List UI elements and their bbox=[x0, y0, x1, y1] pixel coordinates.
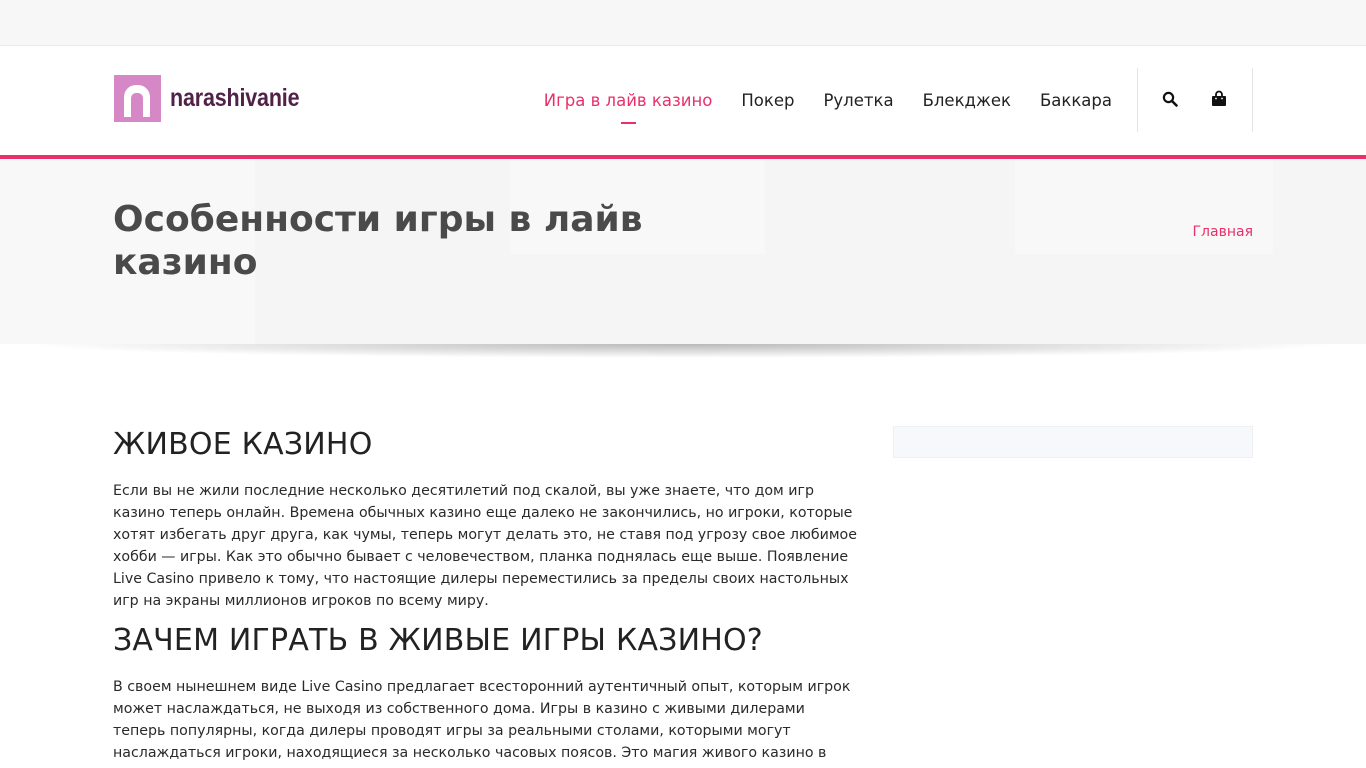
article-paragraph: Если вы не жили последние несколько деся… bbox=[113, 483, 857, 609]
breadcrumb-home-link[interactable]: Главная bbox=[1193, 224, 1253, 240]
nav-item-roulette[interactable]: Рулетка bbox=[823, 91, 893, 110]
article-heading-why-play: ЗАЧЕМ ИГРАТЬ В ЖИВЫЕ ИГРЫ КАЗИНО? bbox=[113, 623, 763, 658]
logo-text: narashivanie bbox=[170, 83, 300, 112]
sidebar-widget bbox=[893, 426, 1253, 458]
article-content: ЖИВОЕ КАЗИНО Если вы не жили последние н… bbox=[113, 420, 858, 768]
search-button[interactable] bbox=[1160, 89, 1180, 109]
nav-item-live-casino[interactable]: Игра в лайв казино bbox=[544, 91, 712, 124]
page-title: Особенности игры в лайв казино bbox=[113, 199, 643, 283]
article-heading-live-casino: ЖИВОЕ КАЗИНО bbox=[113, 427, 373, 462]
logo-n-icon bbox=[114, 74, 161, 122]
search-icon bbox=[1162, 91, 1178, 107]
nav-divider-left bbox=[1137, 68, 1138, 132]
shopping-bag-icon bbox=[1212, 90, 1226, 106]
page-title-banner: Особенности игры в лайв казино Главная bbox=[0, 159, 1366, 344]
top-bar bbox=[0, 0, 1366, 46]
site-logo[interactable]: narashivanie bbox=[114, 74, 320, 122]
nav-item-blackjack[interactable]: Блекджек bbox=[923, 91, 1011, 110]
cart-button[interactable] bbox=[1209, 89, 1229, 109]
site-header: narashivanie Игра в лайв казино Покер Ру… bbox=[0, 46, 1366, 155]
nav-item-poker[interactable]: Покер bbox=[741, 91, 794, 110]
banner-shadow bbox=[0, 344, 1366, 368]
nav-divider-right bbox=[1252, 68, 1253, 132]
nav-item-baccarat[interactable]: Баккара bbox=[1040, 91, 1112, 110]
main-nav: Игра в лайв казино Покер Рулетка Блекдже… bbox=[515, 46, 1112, 155]
article-paragraph: В своем нынешнем виде Live Casino предла… bbox=[113, 679, 851, 768]
